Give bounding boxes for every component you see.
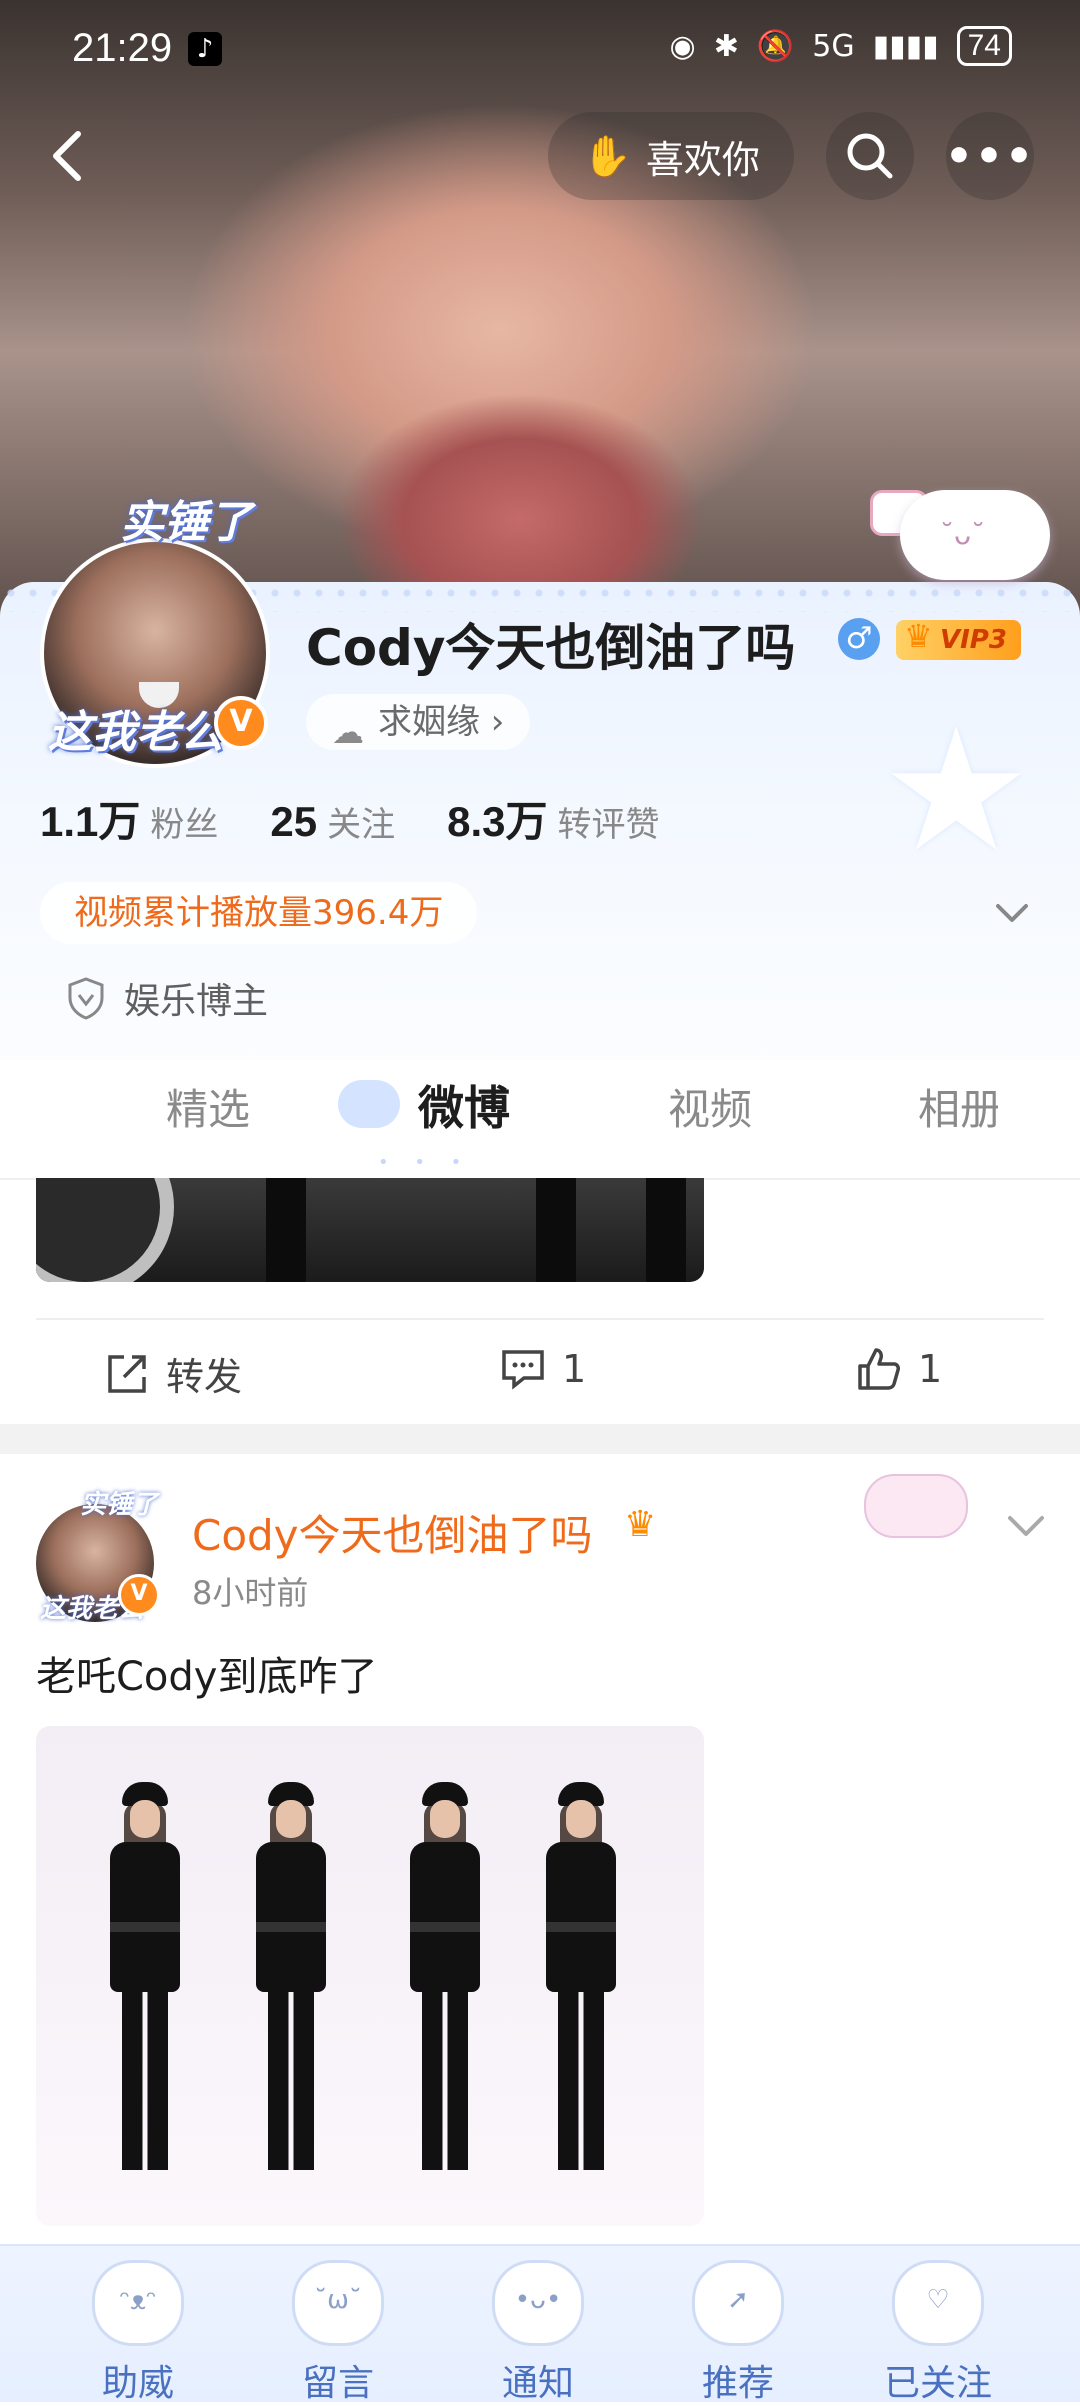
bottom-navigation: ᵔᴥᵔ 助威 ˘ω˘ 留言 •ᴗ• 通知 ➚ 推荐 ♡ 已关注: [0, 2244, 1080, 2404]
tiktok-notification-icon: ♪: [188, 32, 222, 66]
more-dots-icon: •••: [944, 130, 1036, 182]
post-timestamp: 8小时前: [192, 1574, 309, 1612]
signal-icon: ▮▮▮▮: [872, 28, 939, 64]
post-menu-chevron-down-icon[interactable]: [1006, 1510, 1046, 1540]
vip-label: VIP3: [940, 625, 1007, 655]
cloud-icon: ☁: [332, 713, 364, 751]
crown-icon: ♛: [904, 617, 933, 655]
nav-label: 通知: [501, 2363, 574, 2404]
comment-icon: [502, 1350, 544, 1390]
tab-indicator-dots: • • •: [378, 1152, 472, 1173]
stat-interactions[interactable]: 8.3万 转评赞: [447, 788, 659, 849]
like-button[interactable]: 1: [856, 1346, 942, 1392]
vip-badge[interactable]: ♛ VIP3: [896, 617, 1021, 660]
network-label: 5G: [812, 28, 855, 64]
notification-mascot-icon: •ᴗ•: [492, 2260, 584, 2346]
profile-tabs: 精选 微博 • • • 视频 相册: [0, 1060, 1080, 1180]
tab-weibo[interactable]: 微博: [418, 1072, 510, 1138]
nav-following[interactable]: ♡ 已关注: [858, 2260, 1018, 2406]
shield-icon: [68, 977, 104, 1020]
marriage-tag-label: 求姻缘 ›: [378, 702, 505, 742]
message-board-icon: ˘ω˘: [292, 2260, 384, 2346]
nav-cheer[interactable]: ᵔᴥᵔ 助威: [58, 2260, 218, 2406]
nav-label: 助威: [101, 2363, 174, 2404]
status-time: 21:29: [72, 26, 173, 70]
stat-followers[interactable]: 1.1万 粉丝: [40, 788, 218, 849]
cloud-mascot-decoration-icon: ˘ᴗ˘: [900, 490, 1050, 580]
male-gender-icon: ♂: [838, 618, 880, 660]
stat-value: 8.3万: [447, 798, 548, 845]
verified-badge-icon: V: [118, 1574, 160, 1616]
mute-bell-icon: 🔕: [756, 28, 795, 64]
search-icon: [847, 133, 893, 179]
nav-messages[interactable]: ˘ω˘ 留言: [258, 2260, 418, 2406]
top-navigation: ✋ 喜欢你 •••: [0, 112, 1080, 202]
star-decoration-icon: ★: [880, 692, 1033, 890]
comment-count: 1: [562, 1347, 587, 1391]
post-image[interactable]: [36, 1178, 704, 1282]
like-count: 1: [918, 1347, 943, 1391]
back-arrow-icon: [53, 131, 81, 181]
bluetooth-icon: ✱: [713, 28, 739, 64]
like-you-button[interactable]: ✋ 喜欢你: [548, 112, 794, 200]
avatar-sticker-bottom: 这我老公: [48, 707, 224, 758]
post-author-name[interactable]: Cody今天也倒油了吗: [192, 1502, 593, 1563]
stat-value: 1.1万: [40, 798, 141, 845]
stat-value: 25: [270, 798, 318, 845]
stat-label: 粉丝: [150, 805, 219, 845]
role-label: 娱乐博主: [124, 981, 269, 1022]
like-you-label: 喜欢你: [645, 137, 760, 182]
nav-label: 推荐: [701, 2363, 774, 2404]
tab-videos[interactable]: 视频: [668, 1076, 752, 1137]
post-image[interactable]: [36, 1726, 704, 2226]
more-options-button[interactable]: •••: [944, 112, 1036, 200]
avatar-sticker-top: 实锤了: [120, 497, 252, 548]
repost-label: 转发: [166, 1355, 243, 1399]
back-button[interactable]: [40, 126, 100, 186]
repost-icon: [108, 1354, 146, 1393]
crown-icon: ♛: [624, 1504, 657, 1545]
comment-button[interactable]: 1: [500, 1346, 586, 1392]
status-icons: ◉ ✱ 🔕 5G ▮▮▮▮ 74: [670, 26, 1012, 66]
post-avatar-sticker-top: 实锤了: [80, 1490, 159, 1520]
role-row: 娱乐博主: [66, 972, 268, 1024]
eye-icon: ◉: [669, 28, 696, 64]
profile-username: Cody今天也倒油了吗: [306, 619, 796, 677]
followed-mascot-icon: ♡: [892, 2260, 984, 2346]
feed-separator: [0, 1424, 1080, 1454]
nav-recommend[interactable]: ➚ 推荐: [658, 2260, 818, 2406]
video-play-count-badge[interactable]: 视频累计播放量396.4万: [40, 882, 478, 944]
status-bar: 21:29 ♪ ◉ ✱ 🔕 5G ▮▮▮▮ 74: [0, 0, 1080, 100]
expand-chevron-down-icon[interactable]: [992, 892, 1032, 932]
battery-indicator: 74: [956, 26, 1012, 66]
stat-label: 关注: [327, 805, 396, 845]
nav-label: 已关注: [883, 2363, 992, 2404]
marriage-tag-button[interactable]: ☁ 求姻缘 ›: [306, 694, 531, 751]
cloud-mascot-decoration-icon: [864, 1474, 968, 1538]
stat-following[interactable]: 25 关注: [270, 797, 395, 846]
hand-heart-icon: ✋: [582, 133, 632, 180]
post-text: 老吒Cody到底咋了: [36, 1654, 378, 1700]
profile-stats: 1.1万 粉丝 25 关注 8.3万 转评赞: [40, 788, 660, 849]
tab-featured[interactable]: 精选: [166, 1076, 250, 1137]
thumbs-up-icon: [858, 1348, 900, 1390]
nav-notifications[interactable]: •ᴗ• 通知: [458, 2260, 618, 2406]
share-arrow-icon: ➚: [692, 2260, 784, 2346]
search-button[interactable]: [826, 112, 914, 200]
verified-badge-icon: V: [214, 696, 268, 750]
stat-label: 转评赞: [557, 805, 660, 845]
tab-albums[interactable]: 相册: [918, 1076, 998, 1137]
repost-button[interactable]: 转发: [104, 1346, 242, 1401]
heart-icon: [338, 1080, 400, 1128]
feed-post: 实锤了 这我老公 V Cody今天也倒油了吗 ♛ 8小时前 老吒Cody到底咋了: [0, 1454, 1080, 2244]
divider: [36, 1318, 1044, 1320]
cheer-mascot-icon: ᵔᴥᵔ: [92, 2260, 184, 2346]
post-actions: 转发 1 1: [0, 1336, 1080, 1410]
nav-label: 留言: [301, 2363, 374, 2404]
